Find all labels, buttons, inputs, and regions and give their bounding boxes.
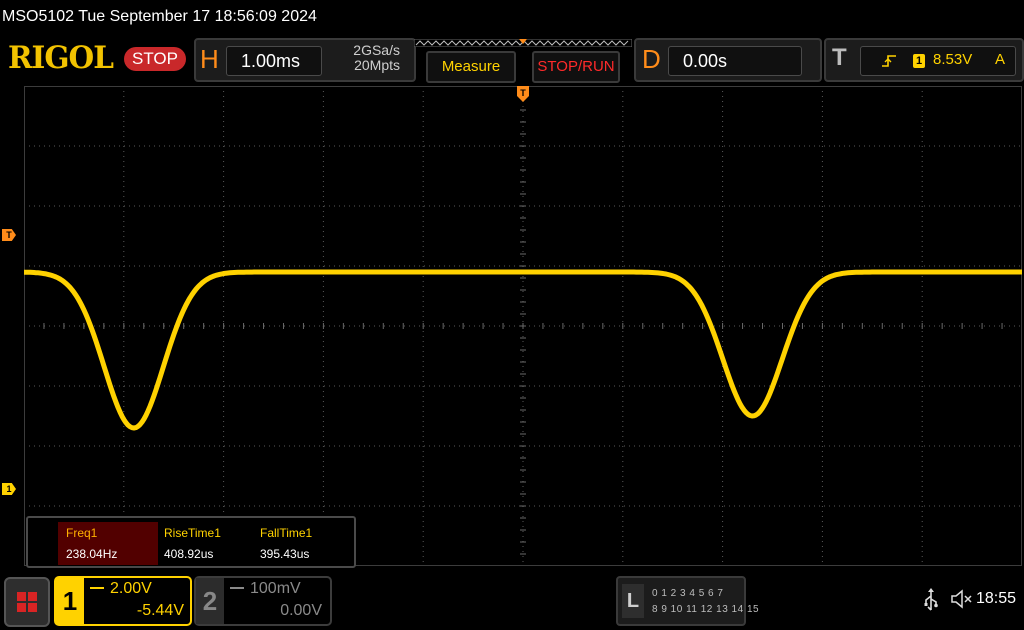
system-clock: 18:55 <box>976 590 1017 607</box>
top-bar: RIGOL STOP H 1.00ms 2GSa/s 20Mpts Measur… <box>0 34 1024 84</box>
speaker-muted-icon[interactable] <box>950 588 974 610</box>
dc-coupling-icon <box>90 587 104 593</box>
channel1-offset: -5.44V <box>136 602 184 619</box>
trigger-level-marker[interactable]: T <box>2 229 16 241</box>
meas-header-rise: RiseTime1 <box>164 526 221 540</box>
channel2-offset: 0.00V <box>280 602 322 619</box>
stop-run-button[interactable]: STOP/RUN <box>532 51 620 83</box>
horizontal-label: H <box>200 44 219 74</box>
logic-analyzer-panel[interactable]: L 0 1 2 3 4 5 6 7 8 9 10 11 12 13 14 15 <box>616 576 759 626</box>
delay-panel[interactable]: D 0.00s <box>634 38 822 82</box>
channel1-ground-marker[interactable]: 1 <box>2 483 16 495</box>
bottom-bar: 1 2.00V -5.44V 2 100mV 0.00V L 0 1 2 3 4… <box>0 572 1024 630</box>
meas-value-rise: 408.92us <box>164 547 214 561</box>
logic-label: L <box>622 584 644 618</box>
trigger-source-badge: 1 <box>913 54 925 68</box>
trigger-level: 8.53V <box>933 51 973 68</box>
dc-coupling-icon <box>230 587 244 593</box>
rigol-logo: RIGOL <box>8 40 114 76</box>
trigger-label: T <box>832 44 847 71</box>
timebase-value[interactable]: 1.00ms <box>226 46 322 76</box>
delay-value[interactable]: 0.00s <box>668 46 802 76</box>
memory-depth: 20Mpts <box>354 57 400 73</box>
status-line: MSO5102 Tue September 17 18:56:09 2024 <box>2 8 317 25</box>
rising-edge-icon <box>882 55 896 67</box>
logic-channels-row2: 8 9 10 11 12 13 14 15 <box>652 604 760 615</box>
trigger-panel[interactable]: T 1 8.53V A <box>824 38 1024 82</box>
channel1-number: 1 <box>56 578 84 624</box>
horizontal-panel[interactable]: H 1.00ms 2GSa/s 20Mpts <box>194 38 416 82</box>
measurement-table[interactable]: Freq1 RiseTime1 FallTime1 238.04Hz 408.9… <box>26 516 356 568</box>
run-state-badge[interactable]: STOP <box>124 47 186 71</box>
channel2-scale: 100mV <box>250 580 301 597</box>
waveform-grid[interactable]: T <box>24 86 1022 566</box>
channel2-number: 2 <box>196 578 224 624</box>
meas-value-fall: 395.43us <box>260 547 310 561</box>
sample-rate: 2GSa/s <box>353 42 400 58</box>
meas-value-freq: 238.04Hz <box>58 543 158 565</box>
meas-header-fall: FallTime1 <box>260 526 313 540</box>
trigger-time-marker-label: T <box>520 88 526 98</box>
main-menu-button[interactable] <box>4 577 50 627</box>
channel1-panel[interactable]: 1 2.00V -5.44V <box>54 576 192 626</box>
meas-header-freq: Freq1 <box>58 522 158 544</box>
channel2-panel[interactable]: 2 100mV 0.00V <box>194 576 332 626</box>
channel1-scale: 2.00V <box>110 580 152 597</box>
menu-grid-icon <box>17 592 37 612</box>
measure-button[interactable]: Measure <box>426 51 516 83</box>
logic-channels-row1: 0 1 2 3 4 5 6 7 <box>652 588 724 599</box>
sample-rate-info: 2GSa/s 20Mpts <box>353 43 400 73</box>
usb-icon <box>924 588 938 611</box>
trigger-position-bar <box>414 39 632 47</box>
delay-label: D <box>642 44 661 74</box>
trigger-settings[interactable]: 1 8.53V A <box>860 46 1016 76</box>
grid-lines <box>24 86 1022 566</box>
trigger-mode: A <box>994 51 1005 68</box>
